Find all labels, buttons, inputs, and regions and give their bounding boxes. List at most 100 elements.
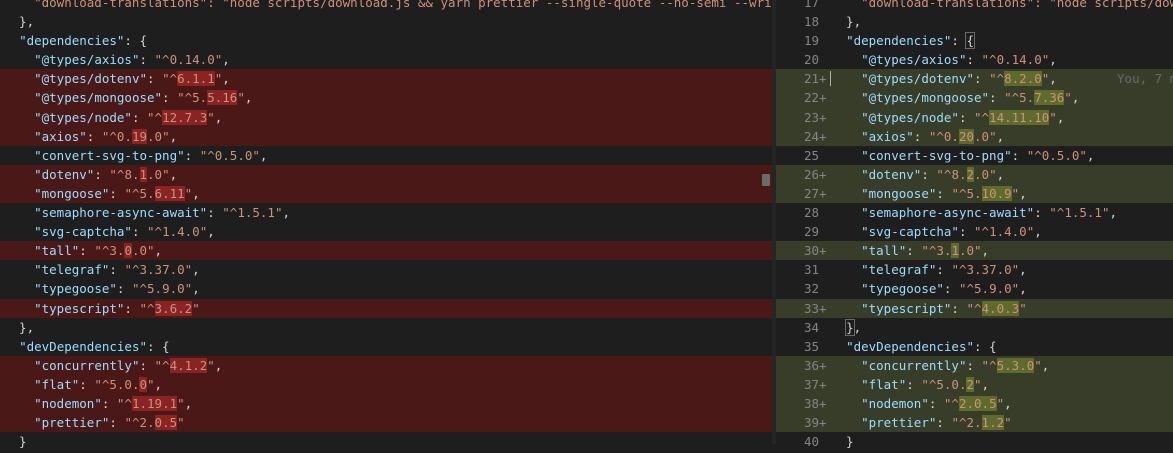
removed-line[interactable]: "axios": "^0.19.0", (0, 126, 772, 146)
added-line[interactable]: 24+ "axios": "^0.20.0", (776, 126, 1173, 146)
code-token: .0" (958, 243, 982, 259)
changed-token: 1.19.1 (131, 395, 178, 411)
code-token: " (237, 90, 245, 106)
code-token: "nodemon" (861, 395, 929, 411)
code-line[interactable]: "telegraf": "^3.37.0", (0, 260, 772, 279)
code-token: , (214, 357, 223, 373)
code-token: "^1.5.1" (1049, 205, 1110, 221)
code-line[interactable]: 35 "devDependencies": { (776, 337, 1173, 356)
added-line[interactable]: 21+ "@types/dotenv": "^8.2.0", You, 7 mi… (776, 69, 1173, 89)
removed-line[interactable]: "mongoose": "^5.6.11", (0, 183, 772, 204)
code-line[interactable]: } (0, 432, 772, 451)
added-line[interactable]: 37+ "flat": "^5.0.2", (776, 374, 1173, 394)
code-line[interactable]: "convert-svg-to-png": "^0.5.0", (0, 146, 772, 165)
added-line[interactable]: 23+ "@types/node": "^14.11.10", (776, 107, 1173, 127)
code-token: "^ (147, 109, 163, 125)
code-line[interactable]: 17 "download-translations": "node script… (776, 0, 1173, 12)
code-line[interactable]: 31 "telegraf": "^3.37.0", (776, 260, 1173, 279)
git-blame-annotation: You, 7 minutes ago (1117, 71, 1173, 87)
code-line[interactable]: "svg-captcha": "^1.4.0", (0, 222, 772, 241)
removed-line[interactable]: "flat": "^5.0.0", (0, 374, 772, 394)
added-line[interactable]: 36+ "concurrently": "^5.3.0", (776, 355, 1173, 375)
removed-line[interactable]: "prettier": "^2.0.5" (0, 413, 772, 433)
changed-token: 2 (966, 376, 975, 392)
code-token: "^ (116, 395, 132, 411)
line-content: "semaphore-async-await": "^1.5.1", (831, 203, 1117, 222)
line-number: 37 (803, 376, 819, 392)
added-line[interactable]: 22+ "@types/mongoose": "^5.7.36", (776, 88, 1173, 108)
line-content: }, (0, 12, 34, 31)
code-line[interactable]: "dependencies": { (0, 31, 772, 50)
code-token: "semaphore-async-await" (861, 205, 1035, 221)
code-line[interactable]: 32 "typegoose": "^5.9.0", (776, 279, 1173, 298)
code-line[interactable]: }, (0, 12, 772, 31)
code-token: "^ (989, 71, 1005, 87)
code-token: }, (4, 319, 35, 335)
line-number: 24 (803, 128, 819, 144)
code-token: "^1.5.1" (222, 205, 283, 221)
original-file-pane[interactable]: "download-translations": "node scripts/d… (0, 0, 772, 453)
code-token: "svg-captcha" (861, 224, 959, 240)
changed-token: 0 (124, 243, 132, 259)
removed-line[interactable]: "@types/node": "^12.7.3", (0, 107, 772, 127)
line-content: "axios": "^0.19.0", (0, 127, 177, 146)
added-line[interactable]: 30+ "tall": "^3.1.0", (776, 241, 1173, 261)
removed-line[interactable]: "tall": "^3.0.0", (0, 241, 772, 261)
code-line[interactable]: 18 }, (776, 12, 1173, 31)
code-token: "^2. (951, 415, 982, 431)
code-line[interactable]: "download-translations": "node scripts/d… (0, 0, 772, 12)
code-line[interactable]: "@types/axios": "^0.14.0", (0, 50, 772, 69)
removed-line[interactable]: "dotenv": "^8.1.0", (0, 164, 772, 184)
code-line[interactable]: 29 "svg-captcha": "^1.4.0", (776, 222, 1173, 241)
code-token: "^8. (936, 166, 967, 182)
modified-file-pane[interactable]: 17 "download-translations": "node script… (776, 0, 1173, 453)
code-line[interactable]: 40 } (776, 432, 1173, 451)
code-token: "^ (943, 395, 959, 411)
line-content: "devDependencies": { (0, 337, 170, 356)
code-line[interactable]: "typegoose": "^5.9.0", (0, 279, 772, 298)
added-line[interactable]: 26+ "dotenv": "^8.2.0", (776, 164, 1173, 184)
removed-line[interactable]: "concurrently": "^4.1.2", (0, 355, 772, 375)
diff-marker: + (819, 300, 827, 316)
code-token: : (124, 300, 140, 316)
code-line[interactable]: }, (0, 318, 772, 337)
code-token: " (147, 376, 155, 392)
scrollbar-thumb[interactable] (762, 174, 770, 186)
removed-line[interactable]: "@types/mongoose": "^5.5.16", (0, 88, 772, 108)
code-token: "^1.4.0" (974, 224, 1035, 240)
removed-line[interactable]: "nodemon": "^1.19.1", (0, 393, 772, 414)
code-token: : (1011, 147, 1027, 163)
removed-line[interactable]: "@types/dotenv": "^6.1.1", (0, 69, 772, 89)
code-token: : (86, 128, 102, 144)
changed-token: 5.16 (207, 90, 238, 106)
code-line[interactable]: 25 "convert-svg-to-png": "^0.5.0", (776, 146, 1173, 165)
line-content: "semaphore-async-await": "^1.5.1", (0, 203, 290, 222)
line-number: 38 (803, 395, 819, 411)
added-line[interactable]: 27+ "mongoose": "^5.10.9", (776, 183, 1173, 204)
diff-marker: + (819, 376, 827, 392)
code-line[interactable]: 20 "@types/axios": "^0.14.0", (776, 50, 1173, 69)
code-token: "@types/dotenv" (34, 71, 147, 87)
line-content: "nodemon": "^1.19.1", (0, 394, 192, 413)
added-line[interactable]: 38+ "nodemon": "^2.0.5", (776, 393, 1173, 414)
code-token: "download-translations": "node scripts/d… (861, 0, 1173, 10)
removed-line[interactable]: "typescript": "^3.6.2" (0, 298, 772, 318)
added-line[interactable]: 33+ "typescript": "^4.0.3" (776, 298, 1173, 318)
code-token: "^ (974, 109, 990, 125)
code-line[interactable]: 34 }, (776, 318, 1173, 337)
code-line[interactable]: 19 "dependencies": { (776, 31, 1173, 50)
code-token: "^5. (124, 185, 155, 201)
code-line[interactable]: 28 "semaphore-async-await": "^1.5.1", (776, 203, 1173, 222)
code-line[interactable]: "semaphore-async-await": "^1.5.1", (0, 203, 772, 222)
code-line[interactable]: "devDependencies": { (0, 337, 772, 356)
text-cursor (830, 71, 831, 87)
code-token: "devDependencies" (19, 338, 147, 354)
added-line[interactable]: 39+ "prettier": "^2.1.2" (776, 413, 1173, 433)
